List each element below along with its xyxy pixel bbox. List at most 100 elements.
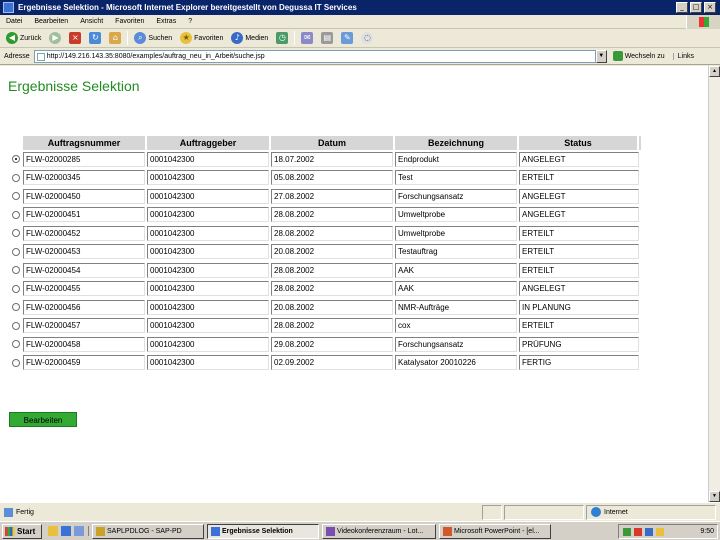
- cell-auftraggeber[interactable]: 0001042300: [147, 207, 269, 223]
- cell-status[interactable]: ERTEILT: [519, 262, 639, 278]
- cell-bezeichnung[interactable]: Umweltprobe: [395, 207, 517, 223]
- cell-bezeichnung[interactable]: AAK: [395, 281, 517, 297]
- ie-quicklaunch-icon[interactable]: [61, 526, 71, 536]
- messenger-button[interactable]: ◌: [359, 31, 375, 46]
- antivirus-icon[interactable]: [634, 527, 642, 536]
- cell-bezeichnung[interactable]: AAK: [395, 262, 517, 278]
- cell-auftragsnummer[interactable]: FLW-02000454: [23, 262, 145, 278]
- network-icon[interactable]: [623, 527, 631, 536]
- cell-auftragsnummer[interactable]: FLW-02000452: [23, 225, 145, 241]
- outlook-icon[interactable]: [74, 526, 84, 536]
- cell-auftragsnummer[interactable]: FLW-02000455: [23, 281, 145, 297]
- cell-auftraggeber[interactable]: 0001042300: [147, 355, 269, 371]
- refresh-button[interactable]: ↻: [87, 31, 103, 46]
- row-select-radio[interactable]: [9, 173, 23, 182]
- cell-status[interactable]: ERTEILT: [519, 318, 639, 334]
- cell-auftraggeber[interactable]: 0001042300: [147, 188, 269, 204]
- scroll-down-button[interactable]: ▼: [709, 491, 720, 502]
- row-select-radio[interactable]: [9, 303, 23, 312]
- cell-datum[interactable]: 20.08.2002: [271, 299, 393, 315]
- address-dropdown-button[interactable]: ▼: [595, 49, 607, 63]
- cell-auftraggeber[interactable]: 0001042300: [147, 225, 269, 241]
- cell-status[interactable]: ERTEILT: [519, 244, 639, 260]
- window-title-bar[interactable]: Ergebnisse Selektion - Microsoft Interne…: [0, 0, 720, 15]
- cell-status[interactable]: ANGELEGT: [519, 188, 639, 204]
- cell-bezeichnung[interactable]: Forschungsansatz: [395, 188, 517, 204]
- menu-item-help[interactable]: ?: [188, 18, 192, 25]
- cell-auftraggeber[interactable]: 0001042300: [147, 244, 269, 260]
- cell-auftragsnummer[interactable]: FLW-02000456: [23, 299, 145, 315]
- back-button[interactable]: ◀ Zurück: [4, 31, 43, 46]
- close-button[interactable]: ×: [704, 2, 716, 13]
- cell-auftraggeber[interactable]: 0001042300: [147, 299, 269, 315]
- cell-auftraggeber[interactable]: 0001042300: [147, 318, 269, 334]
- start-button[interactable]: Start: [2, 523, 42, 539]
- cell-status[interactable]: ERTEILT: [519, 225, 639, 241]
- cell-auftraggeber[interactable]: 0001042300: [147, 336, 269, 352]
- row-select-radio[interactable]: [9, 210, 23, 219]
- home-button[interactable]: ⌂: [107, 31, 123, 46]
- cell-bezeichnung[interactable]: Testauftrag: [395, 244, 517, 260]
- cell-datum[interactable]: 28.08.2002: [271, 281, 393, 297]
- cell-datum[interactable]: 02.09.2002: [271, 355, 393, 371]
- cell-bezeichnung[interactable]: Forschungsansatz: [395, 336, 517, 352]
- radio-button[interactable]: [12, 210, 20, 219]
- taskbar-button[interactable]: SAPLPDLOG - SAP-PD: [92, 523, 204, 539]
- bearbeiten-button[interactable]: Bearbeiten: [9, 412, 77, 427]
- forward-button[interactable]: ▶: [47, 31, 63, 46]
- cell-auftragsnummer[interactable]: FLW-02000285: [23, 151, 145, 167]
- radio-button[interactable]: [12, 173, 20, 182]
- cell-auftragsnummer[interactable]: FLW-02000345: [23, 170, 145, 186]
- cell-auftragsnummer[interactable]: FLW-02000450: [23, 188, 145, 204]
- go-button[interactable]: Wechseln zu: [612, 51, 665, 61]
- desktop-icon[interactable]: [48, 526, 58, 536]
- cell-status[interactable]: FERTIG: [519, 355, 639, 371]
- row-select-radio[interactable]: [9, 155, 23, 164]
- radio-button[interactable]: [12, 247, 20, 256]
- cell-auftragsnummer[interactable]: FLW-02000453: [23, 244, 145, 260]
- cell-datum[interactable]: 28.08.2002: [271, 207, 393, 223]
- cell-datum[interactable]: 28.08.2002: [271, 262, 393, 278]
- search-button[interactable]: ⌕ Suchen: [132, 31, 174, 46]
- menu-item-datei[interactable]: Datei: [6, 18, 22, 25]
- cell-datum[interactable]: 27.08.2002: [271, 188, 393, 204]
- cell-status[interactable]: ANGELEGT: [519, 207, 639, 223]
- radio-button[interactable]: [12, 284, 20, 293]
- cell-auftraggeber[interactable]: 0001042300: [147, 281, 269, 297]
- cell-bezeichnung[interactable]: Endprodukt: [395, 151, 517, 167]
- media-button[interactable]: ♪ Medien: [229, 31, 270, 46]
- minimize-button[interactable]: _: [676, 2, 688, 13]
- cell-auftragsnummer[interactable]: FLW-02000459: [23, 355, 145, 371]
- tray-app-icon[interactable]: [645, 527, 653, 536]
- menu-item-bearbeiten[interactable]: Bearbeiten: [34, 18, 68, 25]
- cell-bezeichnung[interactable]: Katalysator 20010226: [395, 355, 517, 371]
- favorites-button[interactable]: ★ Favoriten: [178, 31, 225, 46]
- cell-status[interactable]: PRÜFUNG: [519, 336, 639, 352]
- cell-auftragsnummer[interactable]: FLW-02000458: [23, 336, 145, 352]
- taskbar-button[interactable]: Ergebnisse Selektion: [207, 523, 319, 539]
- edit-button[interactable]: ✎: [339, 31, 355, 46]
- radio-button[interactable]: [12, 192, 20, 201]
- cell-status[interactable]: ANGELEGT: [519, 151, 639, 167]
- cell-datum[interactable]: 28.08.2002: [271, 318, 393, 334]
- menu-item-ansicht[interactable]: Ansicht: [80, 18, 103, 25]
- cell-status[interactable]: IN PLANUNG: [519, 299, 639, 315]
- cell-bezeichnung[interactable]: NMR-Aufträge: [395, 299, 517, 315]
- radio-button[interactable]: [12, 229, 20, 238]
- cell-auftragsnummer[interactable]: FLW-02000457: [23, 318, 145, 334]
- row-select-radio[interactable]: [9, 192, 23, 201]
- menu-item-extras[interactable]: Extras: [156, 18, 176, 25]
- radio-button[interactable]: [12, 358, 20, 367]
- print-button[interactable]: ▤: [319, 31, 335, 46]
- radio-button[interactable]: [12, 155, 20, 164]
- taskbar-button[interactable]: Videokonferenzraum - Lot...: [322, 523, 436, 539]
- volume-icon[interactable]: [656, 527, 664, 536]
- cell-status[interactable]: ANGELEGT: [519, 281, 639, 297]
- cell-auftragsnummer[interactable]: FLW-02000451: [23, 207, 145, 223]
- stop-button[interactable]: ×: [67, 31, 83, 46]
- row-select-radio[interactable]: [9, 266, 23, 275]
- cell-datum[interactable]: 20.08.2002: [271, 244, 393, 260]
- radio-button[interactable]: [12, 321, 20, 330]
- radio-button[interactable]: [12, 340, 20, 349]
- scroll-up-button[interactable]: ▲: [709, 66, 720, 77]
